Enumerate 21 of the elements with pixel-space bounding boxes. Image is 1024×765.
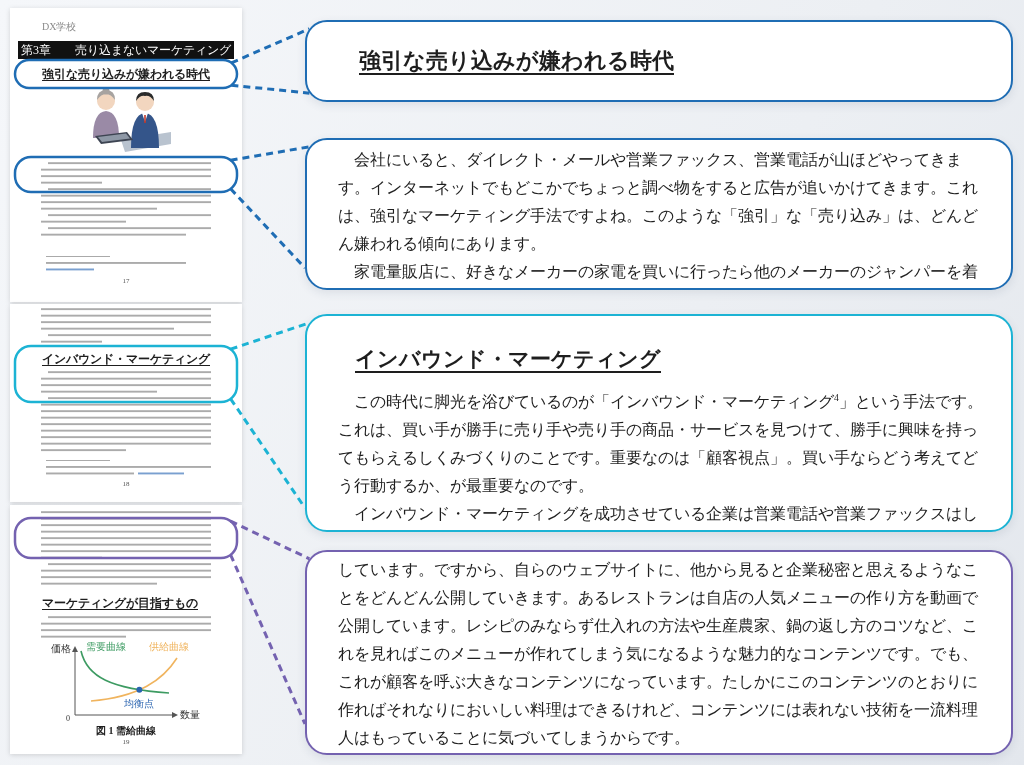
callout-paragraph: インバウンド・マーケティングを成功させている企業は営業電話や営業ファックスはし bbox=[353, 504, 979, 524]
callout-paragraph: 家電量販店に、好きなメーカーの家電を買いに行ったら他のメーカーのジャンパーを着 bbox=[353, 262, 979, 282]
section-heading: マーケティングが目指すもの bbox=[42, 595, 198, 611]
point-label: 均衡点 bbox=[124, 697, 155, 710]
section-heading: 強引な売り込みが嫌われる時代 bbox=[42, 66, 210, 82]
callout-paragraph: この時代に脚光を浴びているのが「インバウンド・マーケティング$^{4}$」という手法です。これは、買い手が勝手に売り手や売り手の商品・サービスを見つけて、勝手に興味を持ってもらえるしくみづくりのことです。重要なのは「顧客視点」。買い手ならどう考えてどう行動するか、が最重要なのです。 bbox=[338, 390, 984, 496]
logo: DX学校 bbox=[42, 21, 77, 33]
curve-label: 供給曲線 bbox=[149, 641, 189, 653]
y-axis bbox=[72, 646, 78, 716]
axis-label: 価格 bbox=[51, 643, 71, 655]
chapter-title: 第3章 売り込まないマーケティング bbox=[18, 41, 234, 59]
callout-heading: 強引な売り込みが嫌われる時代 bbox=[359, 47, 674, 75]
figure-caption: 図 1 需給曲線 bbox=[96, 725, 156, 737]
callout-heading: インバウンド・マーケティング bbox=[355, 346, 661, 373]
axis-label: 数量 bbox=[180, 709, 200, 721]
curve-label: 需要曲線 bbox=[86, 641, 126, 653]
section-heading: インバウンド・マーケティング bbox=[42, 351, 210, 367]
callout-paragraph: 会社にいると、ダイレクト・メールや営業ファックス、営業電話が山ほどやってきます。インターネットでもどこかでちょっと調べ物をすると広告が追いかけてきます。これは、強引なマーケティング手法ですよね。このような「強引」な「売り込み」は、どんどん嫌われる傾向にあります。 bbox=[338, 150, 979, 254]
callout-paragraph: しています。ですから、自らのウェブサイトに、他から見ると企業秘密と思えるようなことをどんどん公開していきます。あるレストランは自店の人気メニューの作り方を動画で公開しています。レシピのみならず仕入れの方法や生産農家、鍋の返し方のコツなど、これを見ればこのメニューが作れてしまう気になるような魅力的なコンテンツです。でも、これが顧客を呼ぶ大きなコンテンツになっています。たしかにこのコンテンツのとおりに作ればそれなりにおいしい料理はできるけれど、コンテンツには表れない技術を一流料理人はもっていることに気づいてしまうからです。 bbox=[338, 560, 979, 748]
intersection-point bbox=[136, 686, 143, 693]
origin-label: 0 bbox=[66, 714, 70, 724]
